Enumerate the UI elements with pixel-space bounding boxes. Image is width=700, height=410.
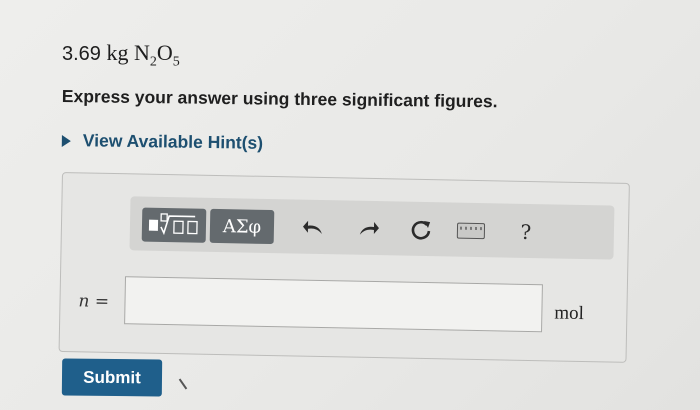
expand-triangle-icon bbox=[61, 134, 71, 147]
undo-button[interactable] bbox=[300, 214, 327, 242]
reset-button[interactable] bbox=[408, 216, 435, 244]
greek-symbols-button[interactable]: ΑΣφ bbox=[209, 208, 275, 245]
submit-button[interactable]: Submit bbox=[61, 358, 163, 397]
redo-icon bbox=[359, 222, 379, 235]
templates-sqrt-icon bbox=[148, 213, 198, 236]
equals-sign: = bbox=[94, 291, 110, 312]
help-button[interactable]: ? bbox=[514, 218, 539, 246]
view-hints-link[interactable]: View Available Hint(s) bbox=[61, 130, 322, 155]
formula-o: O bbox=[156, 40, 173, 65]
formula-sub-5: 5 bbox=[172, 54, 180, 70]
answer-unit: mol bbox=[554, 302, 585, 325]
formula-n: N bbox=[133, 40, 150, 65]
redo-button[interactable] bbox=[356, 215, 383, 243]
undo-icon bbox=[302, 220, 322, 235]
answer-variable-label: n = bbox=[78, 291, 109, 312]
quantity-unit: kg bbox=[106, 40, 129, 65]
answer-input[interactable] bbox=[124, 276, 543, 333]
templates-button[interactable] bbox=[141, 207, 207, 243]
math-toolbar: ΑΣφ ? bbox=[129, 196, 615, 260]
reset-icon bbox=[411, 220, 431, 240]
hint-label: View Available Hint(s) bbox=[82, 130, 264, 153]
quantity-value: 3.69 bbox=[62, 43, 101, 65]
problem-statement: 3.69 kg N2O5 bbox=[62, 40, 180, 70]
keyboard-button[interactable] bbox=[456, 217, 487, 246]
answer-panel: ΑΣφ ? n = mol bbox=[58, 172, 630, 363]
keyboard-icon bbox=[456, 222, 486, 240]
mouse-cursor bbox=[178, 378, 188, 390]
instruction-text: Express your answer using three signific… bbox=[61, 86, 498, 112]
variable-n: n bbox=[78, 291, 90, 312]
formula-sub-2: 2 bbox=[149, 54, 157, 70]
